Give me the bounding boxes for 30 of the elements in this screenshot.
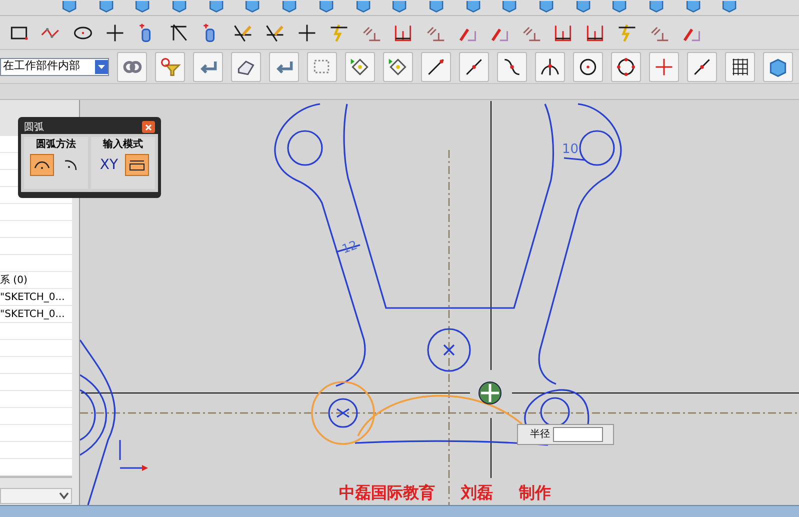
filter-dropdown[interactable]: 在工作部件内部 [0, 58, 109, 76]
group-label: 圆弧方法 [36, 137, 76, 152]
lightning-icon[interactable] [328, 22, 350, 44]
dimension-mode-icon [128, 158, 146, 172]
filter-icon[interactable] [159, 56, 181, 78]
dropdown-value: 在工作部件内部 [2, 58, 80, 74]
navigator-row[interactable]: "SKETCH_0... [0, 289, 72, 306]
caption-text: 刘磊 [461, 482, 493, 504]
group-label: 输入模式 [103, 138, 143, 152]
trim-icon[interactable] [168, 22, 190, 44]
dimension-label: 10 [562, 141, 579, 159]
xy-mode-button[interactable]: XY [97, 154, 121, 176]
lightning-icon[interactable] [616, 22, 638, 44]
caption-text: 制作 [519, 482, 551, 504]
parameter-mode-button[interactable] [125, 154, 149, 176]
dialog-title: 圆弧 [24, 120, 44, 134]
radius-label: 半径 [530, 428, 550, 442]
dimension-label: 12 [339, 236, 360, 258]
caption-text: 中磊国际教育 [339, 482, 435, 504]
chevron-down-icon[interactable] [59, 492, 69, 500]
cursor-icon [478, 382, 502, 404]
arc-method-button[interactable] [30, 154, 54, 176]
close-icon[interactable] [145, 124, 152, 130]
scrollbar[interactable] [0, 476, 72, 478]
navigator-row[interactable]: "SKETCH_0... [0, 306, 72, 323]
radius-input-field[interactable] [553, 427, 603, 442]
navigator-row[interactable]: 系 (0) [0, 272, 72, 289]
axis-triad-icon [119, 439, 148, 471]
quadrant-snap-icon[interactable] [615, 56, 637, 78]
close-button[interactable] [142, 121, 155, 133]
